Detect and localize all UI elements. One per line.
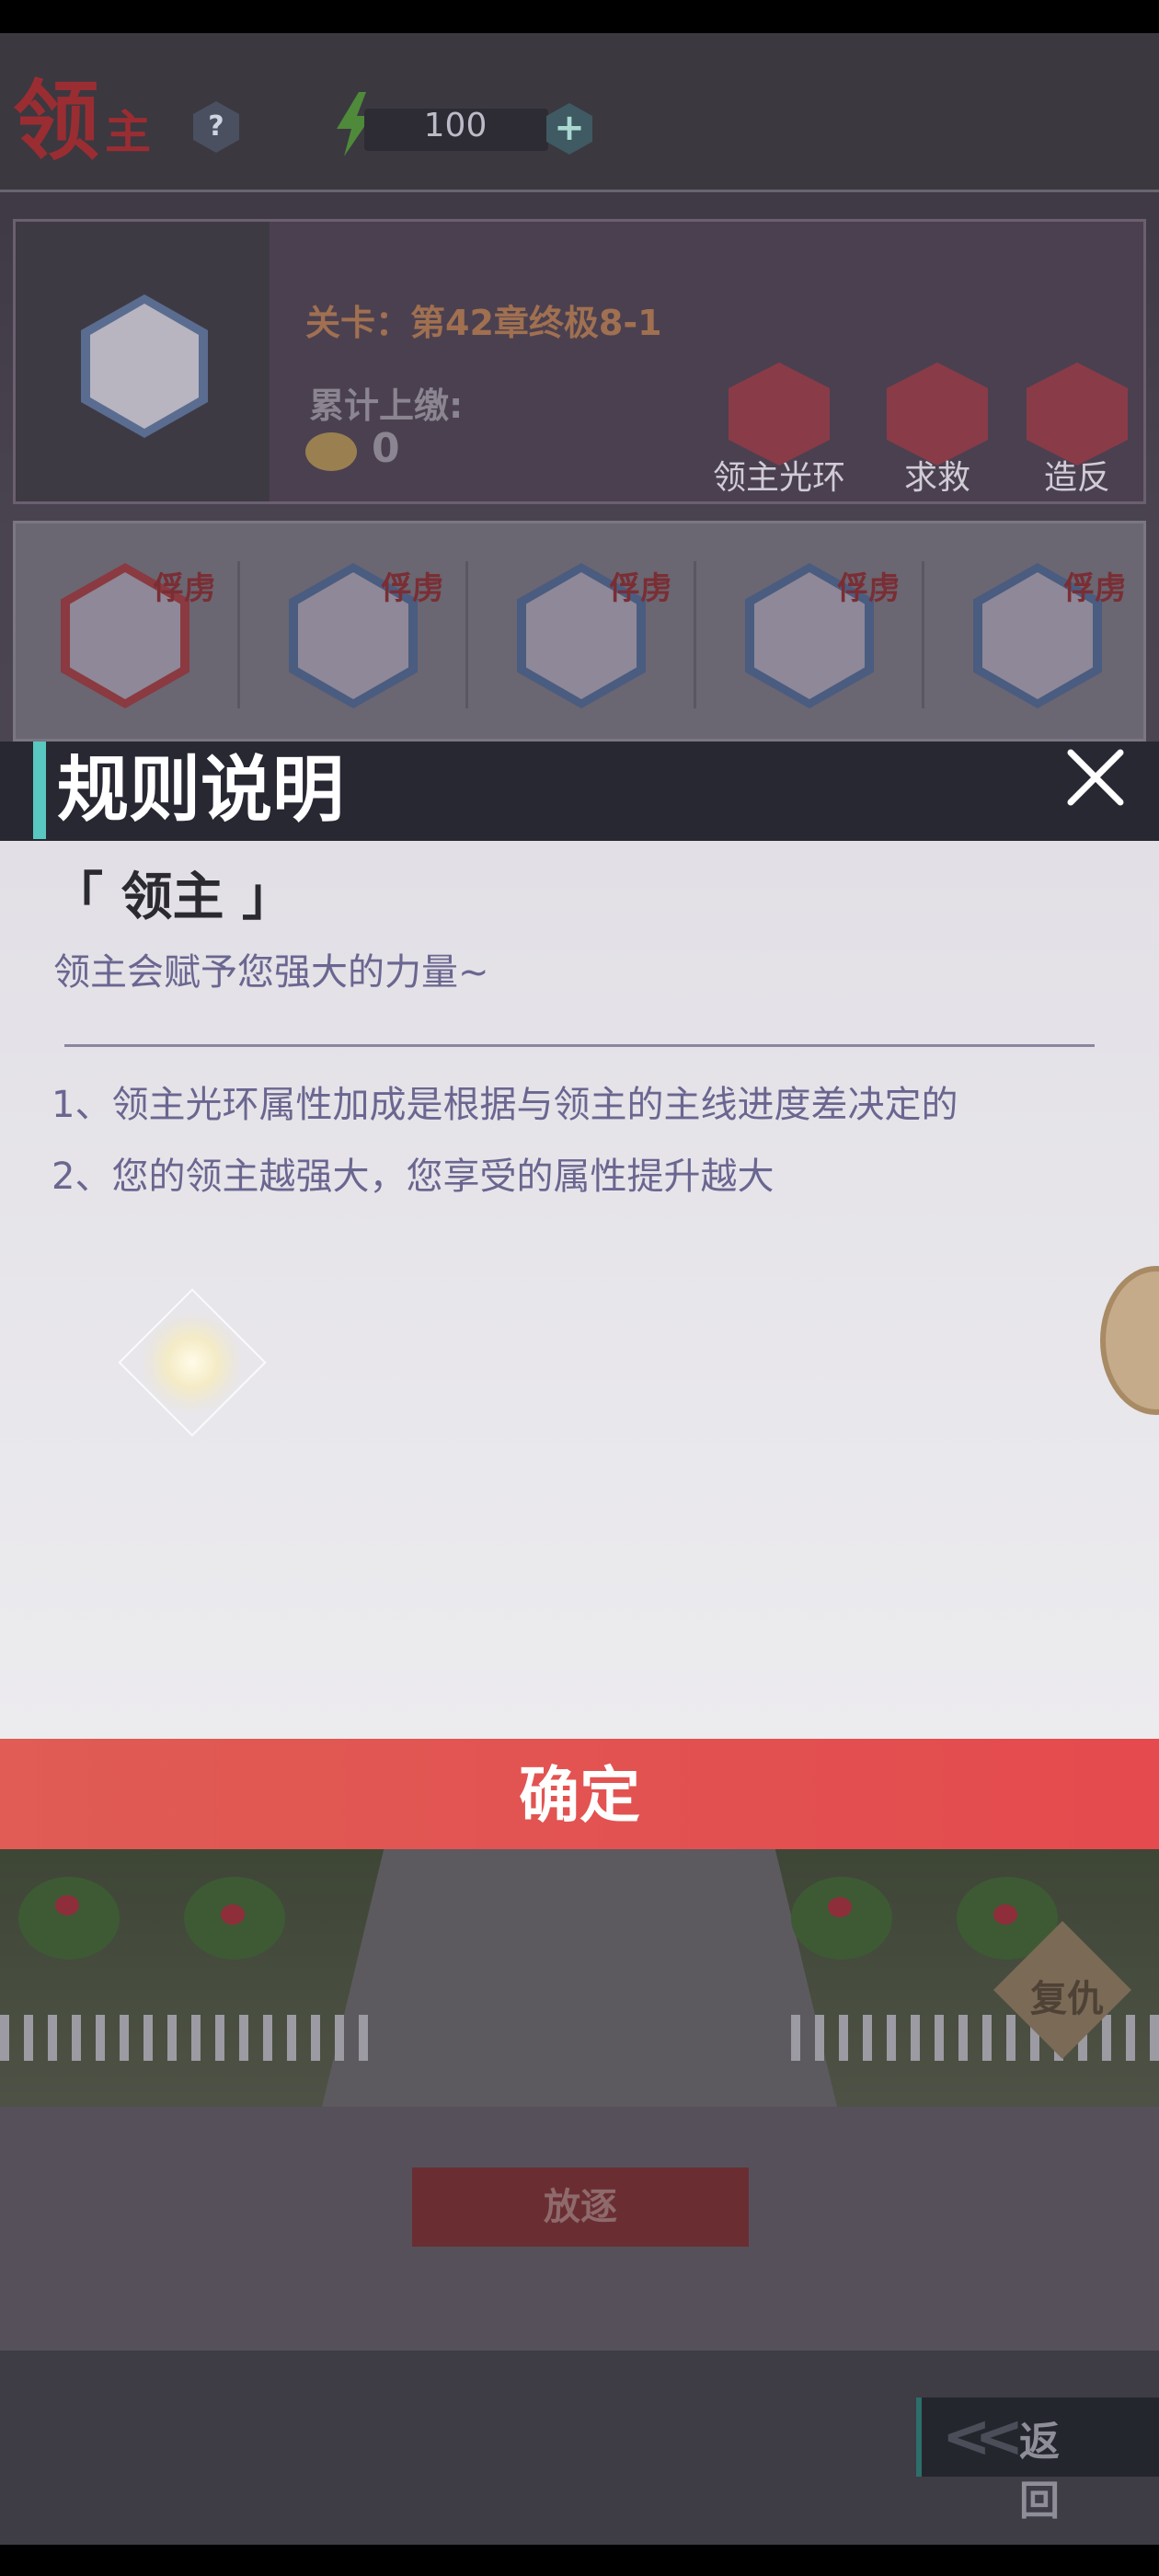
rule-heading: 「 领主 」 [52, 868, 293, 927]
flower-bush [791, 1877, 892, 1960]
rebel-button-label[interactable]: 造反 [985, 451, 1159, 499]
stage-label: 关卡：第42章终极8-1 [305, 303, 662, 343]
captive-tag: 俘虏 [381, 570, 443, 607]
roster-separator [237, 561, 240, 708]
flower-bush [18, 1877, 120, 1960]
dialog-title: 规则说明 [57, 749, 345, 832]
double-chevron-left-icon: << [942, 2403, 1024, 2471]
close-icon[interactable] [1061, 743, 1130, 811]
captive-tag: 俘虏 [1063, 570, 1126, 607]
flower [993, 1904, 1017, 1925]
fence [0, 2015, 368, 2061]
page-title-big: 领 [13, 72, 100, 172]
captive-tag: 俘虏 [837, 570, 900, 607]
rule-subtitle: 领主会赋予您强大的力量~ [53, 951, 489, 994]
flower [828, 1897, 852, 1917]
stone-path [322, 1849, 837, 2107]
divider [0, 190, 1159, 192]
page-title-small: 主 [105, 106, 151, 159]
rule-item: 2、您的领主越强大，您享受的属性提升越大 [52, 1156, 775, 1198]
aura-button-label[interactable]: 领主光环 [687, 451, 871, 499]
rule-item: 1、领主光环属性加成是根据与领主的主线进度差决定的 [52, 1084, 958, 1126]
roster-separator [465, 561, 468, 708]
flower [55, 1895, 79, 1915]
flower [221, 1904, 245, 1925]
revenge-label[interactable]: 复仇 [1021, 1969, 1113, 2022]
tribute-value: 0 [372, 425, 400, 472]
captive-tag: 俘虏 [153, 570, 215, 607]
captive-tag: 俘虏 [609, 570, 671, 607]
nav-bar [0, 2545, 1159, 2576]
roster-separator [694, 561, 696, 708]
exile-button[interactable]: 放逐 [412, 2168, 749, 2247]
divider [64, 1044, 1095, 1047]
tribute-label: 累计上缴: [309, 385, 464, 426]
confirm-button[interactable]: 确定 [0, 1739, 1159, 1849]
header-accent [33, 742, 46, 839]
energy-value: 100 [423, 107, 488, 144]
roster-separator [922, 561, 924, 708]
coin-icon [305, 432, 357, 471]
back-label[interactable]: 返 回 [1019, 2409, 1159, 2526]
status-bar [0, 0, 1159, 33]
